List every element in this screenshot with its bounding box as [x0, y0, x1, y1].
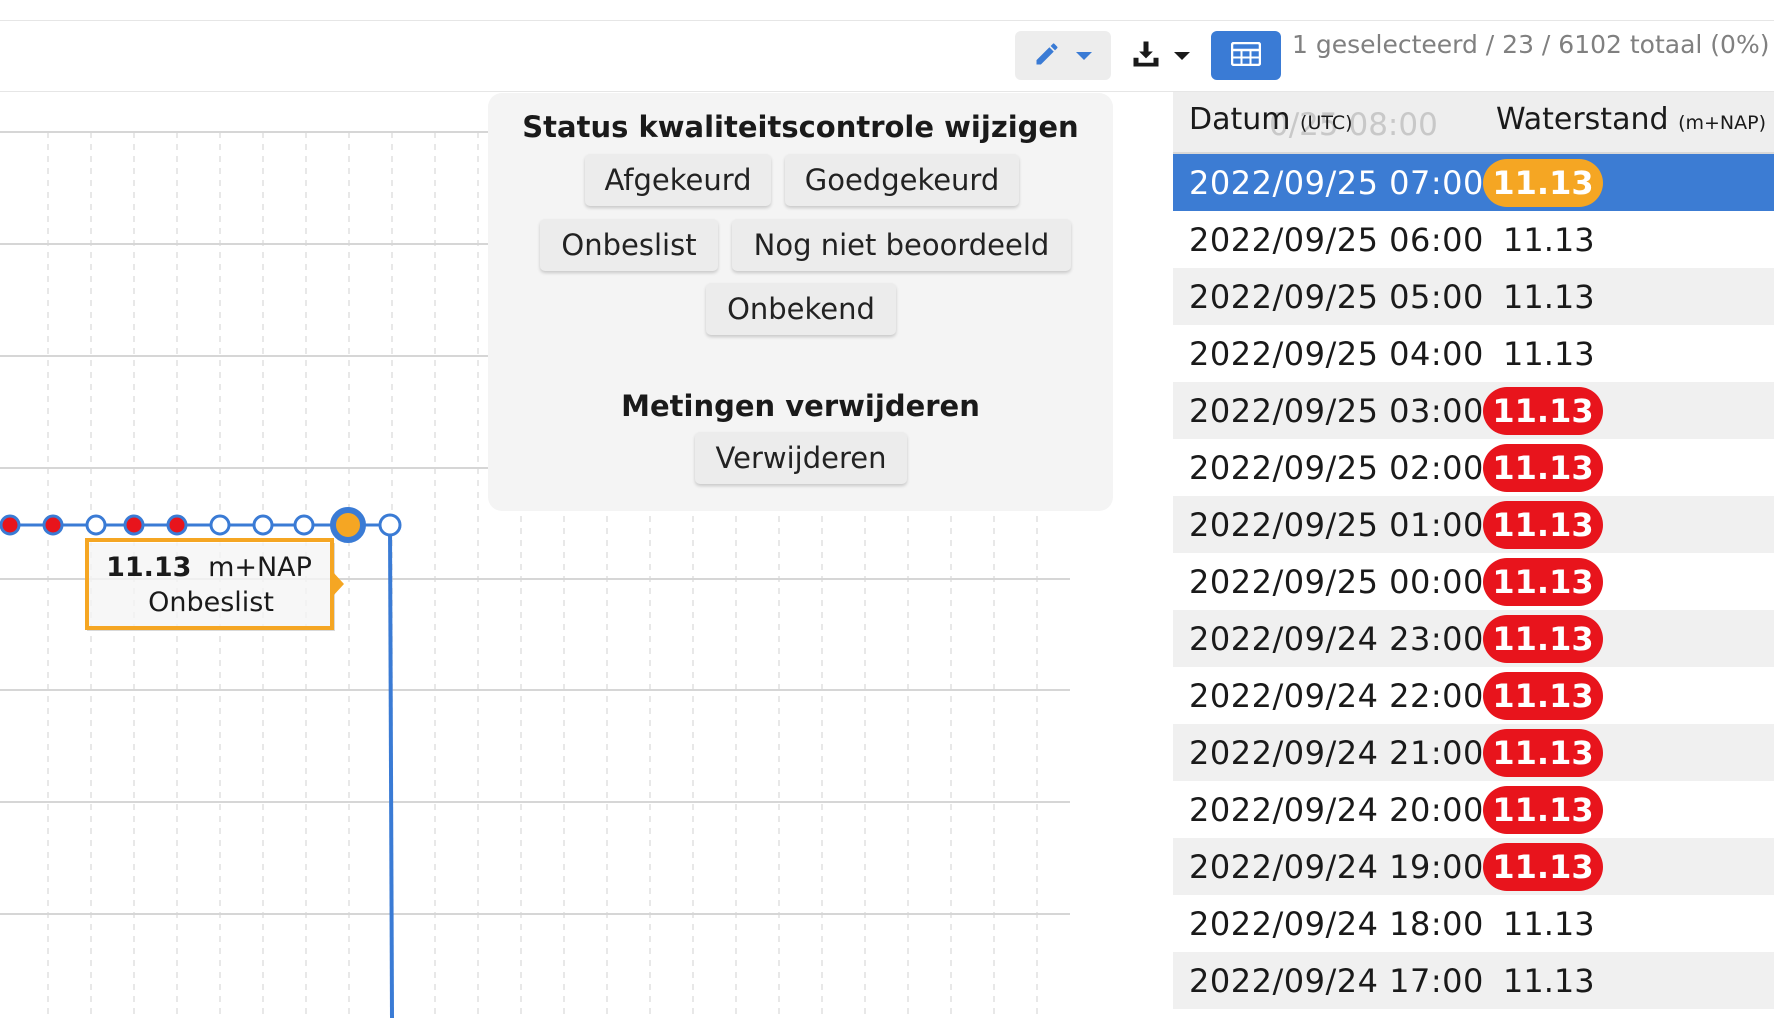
download-icon [1131, 39, 1161, 73]
onbeslist-button[interactable]: Onbeslist [540, 219, 718, 271]
chevron-down-icon [1075, 46, 1093, 65]
status-section-title: Status kwaliteitscontrole wijzigen [522, 110, 1079, 144]
value-badge-red: 11.13 [1483, 387, 1603, 435]
row-date: 2022/09/25 06:00 [1189, 221, 1484, 259]
row-date: 2022/09/24 20:00 [1189, 791, 1484, 829]
row-date: 2022/09/24 17:00 [1189, 962, 1484, 1000]
table-row[interactable]: 2022/09/25 04:00 11.13 [1173, 325, 1774, 382]
top-divider [0, 20, 1774, 21]
table-row[interactable]: 2022/09/25 00:00 11.13 [1173, 553, 1774, 610]
nog-niet-beoordeeld-button[interactable]: Nog niet beoordeeld [732, 219, 1071, 271]
onbekend-button[interactable]: Onbekend [706, 283, 896, 335]
value-badge-red: 11.13 [1483, 786, 1603, 834]
measurements-table[interactable]: 0/25 08:00 Datum (UTC) Waterstand (m+NAP… [1173, 92, 1774, 1018]
row-value: 11.13 [1503, 278, 1595, 316]
chevron-down-icon [1173, 46, 1191, 65]
row-date: 2022/09/25 04:00 [1189, 335, 1484, 373]
table-row[interactable]: 2022/09/25 02:00 11.13 [1173, 439, 1774, 496]
table-row[interactable]: 2022/09/24 23:00 11.13 [1173, 610, 1774, 667]
row-date: 2022/09/25 03:00 [1189, 392, 1484, 430]
table-row[interactable]: 2022/09/25 01:00 11.13 [1173, 496, 1774, 553]
goedgekeurd-button[interactable]: Goedgekeurd [785, 154, 1019, 206]
selection-status: 1 geselecteerd / 23 / 6102 totaal (0%) [1292, 30, 1770, 59]
row-value: 11.13 [1503, 962, 1595, 1000]
table-row[interactable]: 2022/09/24 21:00 11.13 [1173, 724, 1774, 781]
value-badge-red: 11.13 [1483, 558, 1603, 606]
column-header-waterstand[interactable]: Waterstand (m+NAP) [1496, 102, 1766, 137]
table-row[interactable]: 2022/09/24 18:00 11.13 [1173, 895, 1774, 952]
edit-dropdown-button[interactable] [1015, 31, 1111, 80]
row-date: 2022/09/25 02:00 [1189, 449, 1484, 487]
table-row[interactable]: 2022/09/24 20:00 11.13 [1173, 781, 1774, 838]
table-row[interactable]: 2022/09/24 19:00 11.13 [1173, 838, 1774, 895]
value-badge-red: 11.13 [1483, 615, 1603, 663]
column-value-unit: (m+NAP) [1678, 112, 1766, 134]
row-date: 2022/09/24 19:00 [1189, 848, 1484, 886]
column-header-date[interactable]: Datum (UTC) [1189, 102, 1353, 137]
row-value: 11.13 [1503, 335, 1595, 373]
table-row[interactable]: 2022/09/24 22:00 11.13 [1173, 667, 1774, 724]
table-row[interactable]: 2022/09/24 17:00 11.13 [1173, 952, 1774, 1009]
value-badge-red: 11.13 [1483, 729, 1603, 777]
row-date: 2022/09/24 23:00 [1189, 620, 1484, 658]
column-date-label: Datum [1189, 102, 1291, 137]
row-date: 2022/09/25 05:00 [1189, 278, 1484, 316]
column-value-label: Waterstand [1496, 102, 1669, 137]
series-drop-line [388, 524, 394, 1018]
table-row[interactable]: 2022/09/25 07:00 11.13 [1173, 154, 1774, 211]
row-date: 2022/09/25 01:00 [1189, 506, 1484, 544]
download-dropdown-button[interactable] [1123, 31, 1199, 80]
tooltip-status: Onbeslist [148, 587, 274, 618]
edit-popup-menu: Status kwaliteitscontrole wijzigen Afgek… [488, 93, 1113, 511]
tooltip-value: 11.13 [106, 552, 191, 583]
value-badge-orange: 11.13 [1483, 159, 1603, 207]
column-date-unit: (UTC) [1300, 112, 1353, 134]
afgekeurd-button[interactable]: Afgekeurd [585, 154, 771, 206]
delete-section-title: Metingen verwijderen [621, 389, 980, 423]
value-badge-red: 11.13 [1483, 843, 1603, 891]
table-row[interactable]: 2022/09/25 06:00 11.13 [1173, 211, 1774, 268]
row-date: 2022/09/24 22:00 [1189, 677, 1484, 715]
verwijderen-button[interactable]: Verwijderen [695, 432, 907, 484]
row-value: 11.13 [1503, 905, 1595, 943]
table-row[interactable]: 2022/09/25 03:00 11.13 [1173, 382, 1774, 439]
table-icon [1230, 41, 1262, 70]
row-date: 2022/09/25 07:00 [1189, 164, 1484, 202]
row-date: 2022/09/24 18:00 [1189, 905, 1484, 943]
row-date: 2022/09/24 21:00 [1189, 734, 1484, 772]
value-badge-red: 11.13 [1483, 501, 1603, 549]
svg-text:11.13 m+NAP: 11.13 m+NAP [106, 552, 312, 583]
table-header: 0/25 08:00 Datum (UTC) Waterstand (m+NAP… [1173, 92, 1774, 154]
table-view-button[interactable] [1211, 31, 1281, 80]
value-badge-red: 11.13 [1483, 444, 1603, 492]
chart-tooltip: 11.13 m+NAP Onbeslist [85, 538, 344, 631]
row-date: 2022/09/25 00:00 [1189, 563, 1484, 601]
tooltip-unit: m+NAP [208, 552, 312, 583]
value-badge-red: 11.13 [1483, 672, 1603, 720]
pencil-icon [1033, 40, 1061, 72]
table-row[interactable]: 2022/09/25 05:00 11.13 [1173, 268, 1774, 325]
row-value: 11.13 [1503, 221, 1595, 259]
